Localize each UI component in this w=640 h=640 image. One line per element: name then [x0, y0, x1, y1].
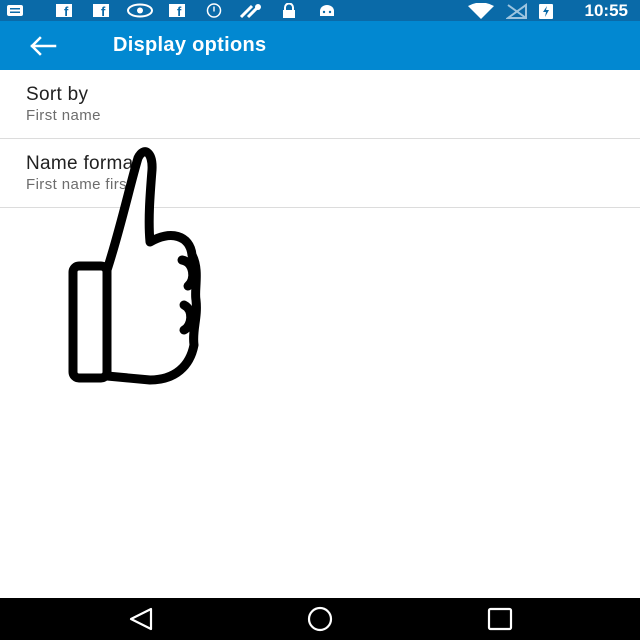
preference-summary: First name [26, 107, 101, 124]
clock: 10:55 [584, 1, 628, 20]
facebook-icon: f [56, 4, 72, 18]
nav-back-button[interactable] [121, 605, 161, 633]
android-icon [320, 5, 334, 16]
preference-title: Sort by [26, 84, 89, 105]
page-title: Display options [113, 34, 267, 56]
alarm-icon [206, 3, 222, 18]
no-signal-icon [506, 3, 527, 19]
status-bar: f f f 10:55 [0, 0, 640, 21]
arrow-back-icon [30, 36, 57, 56]
facebook-icon: f [169, 4, 185, 18]
nav-recents-button[interactable] [480, 605, 520, 633]
facebook-icon: f [93, 4, 109, 18]
eye-icon [127, 3, 153, 18]
satellite-icon [239, 4, 261, 19]
svg-text:f: f [64, 4, 69, 18]
navigation-bar [0, 598, 640, 640]
message-icon [7, 5, 23, 16]
home-circle-icon [307, 606, 333, 632]
nav-home-button[interactable] [300, 605, 340, 633]
svg-text:f: f [177, 4, 182, 18]
lock-icon [283, 3, 295, 18]
app-bar: Display options [0, 21, 640, 70]
recents-square-icon [487, 607, 513, 631]
tap-hand-pointer-icon [68, 147, 201, 385]
sort-by-preference[interactable]: Sort by First name [0, 70, 640, 139]
svg-text:f: f [101, 4, 106, 18]
back-button[interactable] [22, 29, 66, 63]
battery-charging-icon [539, 4, 553, 19]
wifi-icon [468, 3, 494, 19]
back-triangle-icon [129, 607, 153, 631]
